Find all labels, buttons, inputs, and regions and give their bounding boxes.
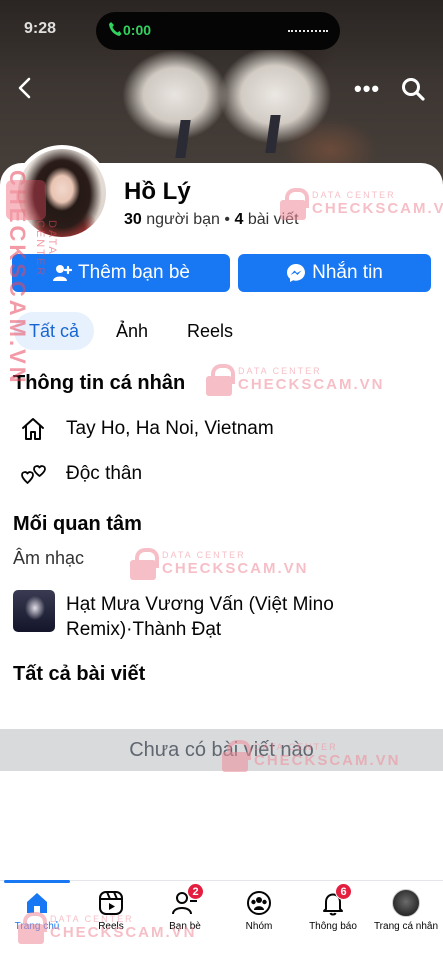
- groups-icon: [245, 889, 273, 917]
- nav-friends-label: Bạn bè: [169, 921, 201, 932]
- nav-profile[interactable]: Trang cá nhân: [369, 889, 443, 932]
- nav-reels-label: Reels: [98, 921, 124, 932]
- nav-profile-label: Trang cá nhân: [373, 921, 439, 932]
- message-button[interactable]: Nhắn tin: [238, 254, 431, 292]
- profile-avatar-icon: [392, 889, 420, 917]
- tab-photos[interactable]: Ảnh: [112, 312, 152, 350]
- tab-all[interactable]: Tất cả: [14, 312, 94, 350]
- profile-avatar[interactable]: [14, 145, 110, 241]
- chevron-left-icon: [18, 77, 31, 99]
- friends-label[interactable]: người bạn: [146, 211, 220, 228]
- no-posts-banner: Chưa có bài viết nào: [0, 729, 443, 771]
- interests-heading: Mối quan tâm: [13, 513, 142, 535]
- audio-wave-icon: [288, 30, 328, 32]
- personal-info-heading: Thông tin cá nhân: [13, 372, 186, 394]
- friends-icon: 2: [171, 883, 204, 917]
- nav-groups[interactable]: Nhóm: [222, 889, 296, 932]
- phone-icon: [108, 21, 122, 41]
- add-friend-label: Thêm bạn bè: [78, 262, 190, 283]
- messenger-icon: [287, 264, 306, 282]
- bottom-navigation: Trang chủ Reels 2 Bạn bè Nhóm 6 Thông bá…: [0, 880, 443, 960]
- notifications-badge: 6: [335, 883, 352, 900]
- call-timer[interactable]: 0:00: [123, 22, 151, 38]
- message-label: Nhắn tin: [312, 262, 383, 283]
- hearts-icon: [21, 465, 46, 484]
- search-icon: [402, 78, 425, 101]
- add-friend-icon: [53, 265, 73, 281]
- add-friend-button[interactable]: Thêm bạn bè: [12, 254, 230, 292]
- all-posts-heading: Tất cả bài viết: [13, 663, 146, 685]
- back-button[interactable]: [12, 74, 40, 102]
- more-options-button[interactable]: •••: [354, 76, 380, 102]
- tab-reels[interactable]: Reels: [180, 312, 240, 350]
- track-title[interactable]: Hạt Mưa Vương Vấn (Việt Mino Remix)·Thàn…: [66, 592, 366, 642]
- cover-detail: [265, 115, 281, 153]
- search-button[interactable]: [400, 76, 426, 102]
- home-icon: [23, 889, 51, 917]
- music-category: Âm nhạc: [13, 548, 85, 568]
- stats-separator: •: [224, 211, 231, 228]
- nav-notifications-label: Thông báo: [309, 921, 357, 932]
- nav-home[interactable]: Trang chủ: [0, 889, 74, 932]
- profile-stats: 30 người bạn • 4 bài viết: [124, 211, 299, 229]
- cover-detail: [175, 120, 191, 158]
- home-icon: [22, 418, 44, 440]
- friends-count[interactable]: 30: [124, 211, 142, 228]
- bell-icon: 6: [319, 883, 352, 917]
- relationship-row: Độc thân: [20, 461, 142, 487]
- relationship-text: Độc thân: [66, 463, 143, 484]
- active-tab-indicator: [4, 880, 70, 883]
- friends-badge: 2: [187, 883, 204, 900]
- nav-reels[interactable]: Reels: [74, 889, 148, 932]
- nav-groups-label: Nhóm: [245, 921, 273, 932]
- status-time: 9:28: [24, 20, 57, 37]
- reels-icon: [97, 889, 125, 917]
- nav-notifications[interactable]: 6 Thông báo: [296, 883, 370, 932]
- location-row: Tay Ho, Ha Noi, Vietnam: [20, 416, 274, 442]
- nav-home-label: Trang chủ: [14, 921, 60, 932]
- profile-name: Hồ Lý: [124, 178, 191, 205]
- posts-count: 4: [234, 211, 244, 228]
- posts-label: bài viết: [247, 211, 299, 228]
- nav-friends[interactable]: 2 Bạn bè: [148, 883, 222, 932]
- track-artwork[interactable]: [13, 590, 55, 632]
- no-posts-text: Chưa có bài viết nào: [129, 738, 314, 761]
- location-text: Tay Ho, Ha Noi, Vietnam: [66, 418, 274, 439]
